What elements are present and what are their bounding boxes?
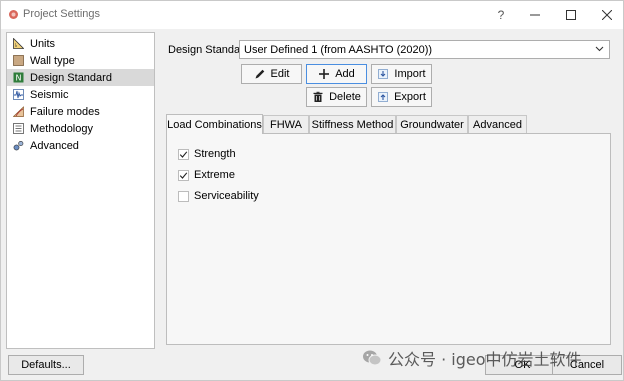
advanced-icon xyxy=(13,140,24,151)
delete-label: Delete xyxy=(329,91,361,103)
extreme-checkbox[interactable] xyxy=(178,169,189,181)
defaults-button[interactable]: Defaults... xyxy=(8,355,84,375)
tab-label: Load Combinations xyxy=(167,118,262,131)
nav-label-units: Units xyxy=(30,37,56,50)
wall-icon xyxy=(13,55,24,66)
extreme-label: Extreme xyxy=(194,169,235,181)
add-button[interactable]: Add xyxy=(306,64,367,84)
tab-groundwater[interactable]: Groundwater xyxy=(396,115,468,133)
nav-item-wall-type[interactable]: Wall type xyxy=(7,52,154,69)
delete-button[interactable]: Delete xyxy=(306,87,367,107)
nav-item-design-standard[interactable]: N Design Standard xyxy=(7,69,154,86)
import-icon xyxy=(378,69,389,79)
nav-label-design-standard: Design Standard xyxy=(30,71,112,84)
close-button[interactable] xyxy=(590,1,624,29)
load-combinations-panel: Strength Extreme Serviceability xyxy=(166,133,611,345)
nav-item-failure-modes[interactable]: Failure modes xyxy=(7,103,154,120)
import-label: Import xyxy=(394,68,426,80)
edit-label: Edit xyxy=(270,68,290,80)
help-label: ? xyxy=(497,8,505,22)
minimize-button[interactable] xyxy=(518,1,552,29)
tab-stiffness-method[interactable]: Stiffness Method xyxy=(309,115,396,133)
edit-button[interactable]: Edit xyxy=(241,64,302,84)
close-icon xyxy=(602,10,612,20)
tab-label: Groundwater xyxy=(400,118,464,131)
minimize-icon xyxy=(530,14,540,16)
nav-label-seismic: Seismic xyxy=(30,88,69,101)
nav-item-seismic[interactable]: Seismic xyxy=(7,86,154,103)
pencil-icon xyxy=(255,69,264,79)
serviceability-checkbox[interactable] xyxy=(178,190,189,202)
seismic-icon xyxy=(13,89,24,100)
wechat-icon xyxy=(363,350,382,366)
methodology-icon xyxy=(13,123,24,134)
serviceability-label: Serviceability xyxy=(194,190,259,202)
tab-label: Advanced xyxy=(473,118,522,131)
add-label: Add xyxy=(335,68,355,80)
failure-modes-icon xyxy=(13,106,24,117)
tab-label: FHWA xyxy=(270,118,302,131)
nav-label-wall-type: Wall type xyxy=(30,54,75,67)
defaults-label: Defaults... xyxy=(21,359,71,371)
nav-label-methodology: Methodology xyxy=(30,122,93,135)
project-settings-window: Project Settings ? Units Wall type N Des… xyxy=(0,0,624,381)
svg-text:N: N xyxy=(16,74,22,83)
tab-fhwa[interactable]: FHWA xyxy=(263,115,309,133)
import-button[interactable]: Import xyxy=(371,64,432,84)
strength-checkbox[interactable] xyxy=(178,148,189,160)
tab-label: Stiffness Method xyxy=(311,118,394,131)
maximize-icon xyxy=(566,10,576,20)
watermark: 公众号 · igeo中仿岩土软件 xyxy=(362,347,582,369)
watermark-text: 公众号 · igeo中仿岩土软件 xyxy=(388,350,582,369)
trash-icon xyxy=(313,91,323,102)
export-button[interactable]: Export xyxy=(371,87,432,107)
export-label: Export xyxy=(394,91,426,103)
standard-icon: N xyxy=(13,72,24,83)
strength-label: Strength xyxy=(194,148,236,160)
design-standard-select[interactable]: User Defined 1 (from AASHTO (2020)) xyxy=(239,40,610,59)
nav-label-failure-modes: Failure modes xyxy=(30,105,100,118)
nav-item-methodology[interactable]: Methodology xyxy=(7,120,154,137)
nav-item-units[interactable]: Units xyxy=(7,35,154,52)
checkmark-icon xyxy=(179,171,188,179)
maximize-button[interactable] xyxy=(554,1,588,29)
help-button[interactable]: ? xyxy=(484,1,518,29)
checkmark-icon xyxy=(179,150,188,158)
app-icon xyxy=(9,10,18,19)
settings-nav: Units Wall type N Design Standard Seismi… xyxy=(6,32,155,349)
strength-checkbox-row[interactable]: Strength xyxy=(178,148,236,160)
tab-load-combinations[interactable]: Load Combinations xyxy=(166,114,263,134)
serviceability-checkbox-row[interactable]: Serviceability xyxy=(178,190,259,202)
nav-item-advanced[interactable]: Advanced xyxy=(7,137,154,154)
window-title: Project Settings xyxy=(23,8,101,20)
extreme-checkbox-row[interactable]: Extreme xyxy=(178,169,235,181)
title-bar: Project Settings ? xyxy=(1,1,623,29)
nav-label-advanced: Advanced xyxy=(30,139,79,152)
export-icon xyxy=(378,92,388,102)
chevron-down-icon xyxy=(595,46,604,52)
plus-icon xyxy=(319,69,330,79)
tab-advanced[interactable]: Advanced xyxy=(468,115,527,133)
ruler-icon xyxy=(13,38,24,49)
design-standard-value: User Defined 1 (from AASHTO (2020)) xyxy=(244,43,433,56)
